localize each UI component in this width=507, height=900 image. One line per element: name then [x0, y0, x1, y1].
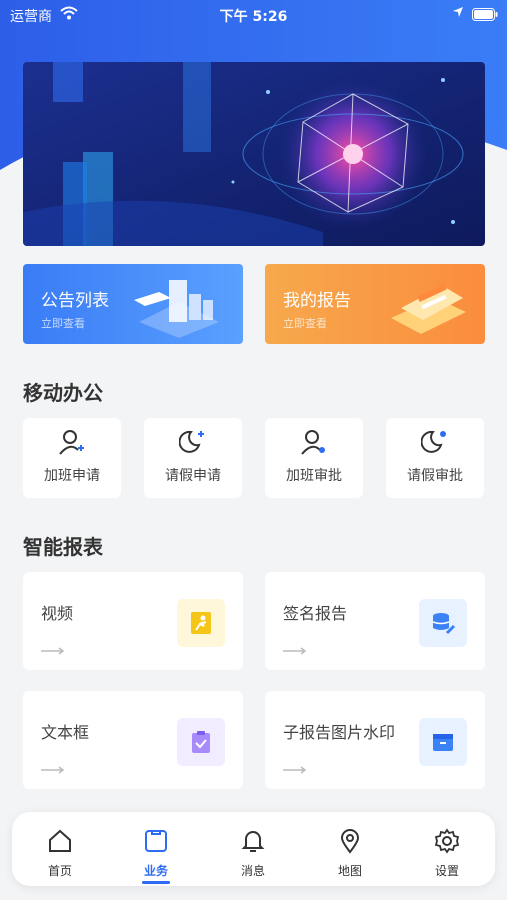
clock: 下午 5:26: [219, 9, 288, 25]
leave-approval-label: 请假审批: [407, 468, 463, 484]
report-video-label: 视频: [41, 604, 74, 623]
notice-list-title: 公告列表: [41, 291, 109, 311]
smart-reports-title: 智能报表: [23, 535, 103, 559]
tab-settings-label: 设置: [434, 864, 459, 878]
arrow-right-icon: [283, 759, 307, 778]
tab-home-label: 首页: [47, 864, 72, 878]
report-textbox-card[interactable]: 文本框: [23, 691, 243, 789]
building-illustration-icon: [129, 272, 229, 342]
leave-approval-tile[interactable]: 请假审批: [386, 418, 484, 498]
arrow-right-icon: [41, 759, 65, 778]
mobile-office-title: 移动办公: [23, 381, 103, 405]
overtime-apply-tile[interactable]: 加班申请: [23, 418, 121, 498]
home-icon: [12, 828, 108, 854]
runner-icon: [177, 599, 225, 647]
overtime-approval-label: 加班审批: [286, 468, 342, 484]
user-plus-icon: [23, 428, 121, 460]
arrow-right-icon: [283, 640, 307, 659]
report-video-card[interactable]: 视频: [23, 572, 243, 670]
gear-icon: [399, 828, 495, 854]
battery-icon: [472, 8, 498, 25]
my-report-subtitle: 立即查看: [283, 317, 327, 330]
my-report-card[interactable]: 我的报告 立即查看: [265, 264, 485, 344]
map-pin-icon: [302, 828, 398, 854]
tab-business[interactable]: 业务: [108, 812, 204, 886]
overtime-apply-label: 加班申请: [44, 468, 100, 484]
report-textbox-label: 文本框: [41, 723, 90, 742]
report-watermark-label: 子报告图片水印: [283, 723, 396, 742]
report-watermark-card[interactable]: 子报告图片水印: [265, 691, 485, 789]
banner-image[interactable]: [23, 62, 485, 246]
moon-user-icon: [386, 428, 484, 460]
clipboard-check-icon: [177, 718, 225, 766]
tab-settings[interactable]: 设置: [399, 812, 495, 886]
location-arrow-icon: [452, 6, 464, 22]
tab-map[interactable]: 地图: [302, 812, 398, 886]
leave-apply-tile[interactable]: 请假申请: [144, 418, 242, 498]
tab-home[interactable]: 首页: [12, 812, 108, 886]
report-signature-label: 签名报告: [283, 604, 348, 623]
report-signature-card[interactable]: 签名报告: [265, 572, 485, 670]
status-bar: 运营商 下午 5:26: [0, 0, 507, 30]
notice-list-subtitle: 立即查看: [41, 317, 85, 330]
box-icon: [419, 718, 467, 766]
bell-icon: [205, 828, 301, 854]
square-icon: [108, 828, 204, 854]
tab-messages[interactable]: 消息: [205, 812, 301, 886]
my-report-title: 我的报告: [283, 291, 351, 311]
database-edit-icon: [419, 599, 467, 647]
overtime-approval-tile[interactable]: 加班审批: [265, 418, 363, 498]
notice-list-card[interactable]: 公告列表 立即查看: [23, 264, 243, 344]
leave-apply-label: 请假申请: [165, 468, 221, 484]
bottom-tab-bar: 首页 业务 消息 地图 设置: [12, 812, 495, 886]
moon-plus-icon: [144, 428, 242, 460]
arrow-right-icon: [41, 640, 65, 659]
user-check-icon: [265, 428, 363, 460]
report-illustration-icon: [381, 272, 471, 342]
tab-map-label: 地图: [337, 864, 362, 878]
tab-messages-label: 消息: [240, 864, 265, 878]
active-tab-indicator: [142, 881, 170, 884]
tab-business-label: 业务: [143, 864, 168, 878]
